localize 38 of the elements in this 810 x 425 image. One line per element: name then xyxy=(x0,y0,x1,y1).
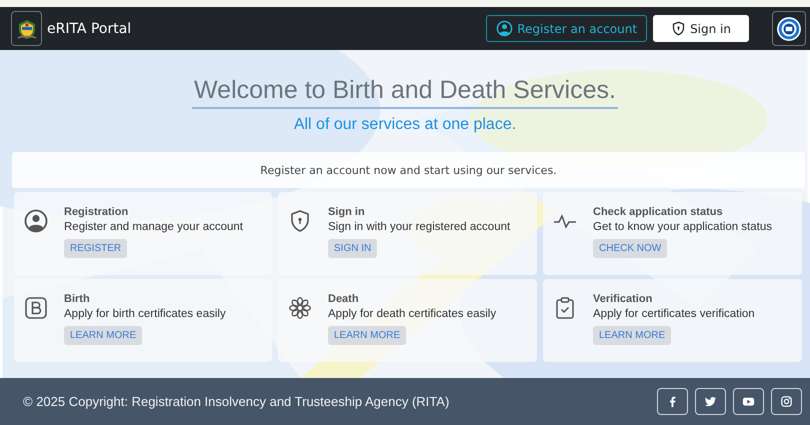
action-button[interactable]: SIGN IN xyxy=(328,239,378,258)
social-link[interactable] xyxy=(771,388,802,415)
sign-in-button[interactable]: Sign in xyxy=(653,15,749,42)
register-button[interactable]: Register an account xyxy=(486,15,648,42)
brand-name[interactable]: eRITA Portal xyxy=(47,20,132,36)
card-description: Register and manage your account xyxy=(64,221,243,233)
card-description: Get to know your application status xyxy=(593,221,772,233)
card-description: Sign in with your registered account xyxy=(328,221,510,233)
card-title: Check application status xyxy=(593,206,723,218)
card-title: Birth xyxy=(64,293,90,305)
social-link[interactable] xyxy=(695,388,726,415)
card-description: Apply for certificates verification xyxy=(593,308,755,320)
action-button[interactable]: CHECK NOW xyxy=(593,239,668,258)
card-description: Apply for birth certificates easily xyxy=(64,308,226,320)
copyright-text: © 2025 Copyright: Registration Insolvency and Trusteeship Agency (RITA) xyxy=(23,394,450,409)
card-title: Sign in xyxy=(328,206,365,218)
action-button[interactable]: LEARN MORE xyxy=(64,326,142,345)
camera-icon xyxy=(779,394,794,409)
card-description: Apply for death certificates easily xyxy=(328,308,496,320)
letter-b-icon xyxy=(24,296,48,320)
social-link[interactable] xyxy=(733,388,764,415)
agency-seal-logo xyxy=(776,16,802,42)
action-button[interactable]: REGISTER xyxy=(64,239,128,258)
shield-icon xyxy=(288,209,312,233)
user-icon xyxy=(24,209,48,233)
hero-subtitle: All of our services at one place. xyxy=(294,116,516,134)
hero-title: Welcome to Birth and Death Services. xyxy=(192,76,618,109)
card-title: Registration xyxy=(64,206,128,218)
shield-icon xyxy=(671,21,686,36)
action-button[interactable]: LEARN MORE xyxy=(328,326,406,345)
user-icon xyxy=(496,20,514,37)
action-button[interactable]: LEARN MORE xyxy=(593,326,672,345)
card-title: Verification xyxy=(593,293,652,305)
notice-banner: Register an account now and start using our services. xyxy=(12,152,805,188)
bird-icon xyxy=(703,394,718,409)
social-link[interactable] xyxy=(657,388,688,415)
card-title: Death xyxy=(328,293,359,305)
flower-icon xyxy=(288,296,312,320)
